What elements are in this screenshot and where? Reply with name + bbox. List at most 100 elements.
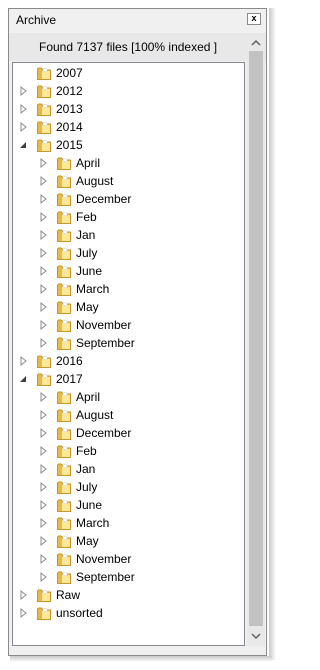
tree-item-2015[interactable]: 2015 bbox=[13, 136, 244, 154]
folder-icon bbox=[56, 191, 72, 207]
expand-triangle-icon[interactable] bbox=[38, 211, 50, 223]
expand-triangle-icon[interactable] bbox=[38, 553, 50, 565]
expand-triangle-icon[interactable] bbox=[38, 319, 50, 331]
folder-icon bbox=[56, 209, 72, 225]
expand-triangle-icon[interactable] bbox=[38, 445, 50, 457]
tree-item-label: 2012 bbox=[56, 84, 83, 98]
folder-icon bbox=[56, 497, 72, 513]
folder-icon bbox=[36, 371, 52, 387]
tree-item-label: December bbox=[76, 426, 132, 440]
tree-item-2007[interactable]: 2007 bbox=[13, 64, 244, 82]
folder-icon bbox=[36, 353, 52, 369]
tree-item-unsorted[interactable]: unsorted bbox=[13, 604, 244, 622]
expand-triangle-icon[interactable] bbox=[38, 481, 50, 493]
expand-triangle-icon[interactable] bbox=[38, 409, 50, 421]
tree-item-label: November bbox=[76, 552, 132, 566]
expand-triangle-icon[interactable] bbox=[38, 193, 50, 205]
collapse-triangle-icon[interactable] bbox=[18, 373, 30, 385]
folder-icon bbox=[56, 479, 72, 495]
folder-icon bbox=[56, 551, 72, 567]
tree-item-december[interactable]: December bbox=[13, 190, 244, 208]
expand-triangle-icon[interactable] bbox=[38, 283, 50, 295]
expand-triangle-icon[interactable] bbox=[18, 355, 30, 367]
tree-item-september[interactable]: September bbox=[13, 568, 244, 586]
folder-icon bbox=[56, 515, 72, 531]
collapse-triangle-icon[interactable] bbox=[18, 139, 30, 151]
tree-item-november[interactable]: November bbox=[13, 316, 244, 334]
expand-triangle-icon[interactable] bbox=[18, 121, 30, 133]
folder-tree[interactable]: 2007 2012 2013 2014 2015 April August December F… bbox=[12, 62, 245, 646]
expand-triangle-icon[interactable] bbox=[18, 589, 30, 601]
vertical-scrollbar[interactable] bbox=[247, 33, 265, 646]
tree-item-may[interactable]: May bbox=[13, 532, 244, 550]
expand-triangle-icon[interactable] bbox=[38, 517, 50, 529]
tree-item-march[interactable]: March bbox=[13, 280, 244, 298]
folder-icon bbox=[36, 587, 52, 603]
expand-triangle-icon[interactable] bbox=[18, 85, 30, 97]
tree-item-june[interactable]: June bbox=[13, 262, 244, 280]
expand-triangle-icon[interactable] bbox=[38, 247, 50, 259]
folder-icon bbox=[56, 533, 72, 549]
expand-triangle-icon[interactable] bbox=[38, 265, 50, 277]
tree-item-label: December bbox=[76, 192, 132, 206]
tree-item-may[interactable]: May bbox=[13, 298, 244, 316]
title-bar[interactable]: Archive x bbox=[9, 9, 266, 31]
expand-triangle-icon[interactable] bbox=[38, 175, 50, 187]
folder-icon bbox=[56, 245, 72, 261]
expand-triangle-icon[interactable] bbox=[38, 301, 50, 313]
folder-icon bbox=[36, 65, 52, 81]
tree-item-july[interactable]: July bbox=[13, 244, 244, 262]
folder-icon bbox=[56, 335, 72, 351]
tree-item-jan[interactable]: Jan bbox=[13, 460, 244, 478]
expand-triangle-icon[interactable] bbox=[38, 535, 50, 547]
tree-item-march[interactable]: March bbox=[13, 514, 244, 532]
tree-item-2017[interactable]: 2017 bbox=[13, 370, 244, 388]
tree-item-label: 2007 bbox=[56, 66, 83, 80]
scroll-thumb[interactable] bbox=[249, 51, 263, 626]
tree-item-label: 2013 bbox=[56, 102, 83, 116]
tree-item-august[interactable]: August bbox=[13, 406, 244, 424]
tree-item-december[interactable]: December bbox=[13, 424, 244, 442]
tree-item-2014[interactable]: 2014 bbox=[13, 118, 244, 136]
tree-item-label: August bbox=[76, 408, 114, 422]
tree-item-label: May bbox=[76, 300, 99, 314]
folder-icon bbox=[36, 101, 52, 117]
tree-item-feb[interactable]: Feb bbox=[13, 442, 244, 460]
expand-triangle-icon[interactable] bbox=[18, 103, 30, 115]
expand-triangle-icon[interactable] bbox=[38, 499, 50, 511]
tree-item-april[interactable]: April bbox=[13, 388, 244, 406]
tree-item-august[interactable]: August bbox=[13, 172, 244, 190]
tree-item-jan[interactable]: Jan bbox=[13, 226, 244, 244]
expand-triangle-icon[interactable] bbox=[38, 229, 50, 241]
scroll-down-button[interactable] bbox=[247, 628, 265, 644]
tree-item-2013[interactable]: 2013 bbox=[13, 100, 244, 118]
tree-item-november[interactable]: November bbox=[13, 550, 244, 568]
folder-icon bbox=[36, 83, 52, 99]
folder-icon bbox=[56, 263, 72, 279]
expand-triangle-icon[interactable] bbox=[18, 607, 30, 619]
expand-triangle-icon[interactable] bbox=[38, 463, 50, 475]
folder-icon bbox=[56, 155, 72, 171]
expand-triangle-icon[interactable] bbox=[38, 157, 50, 169]
tree-item-label: June bbox=[76, 264, 103, 278]
tree-item-label: August bbox=[76, 174, 114, 188]
tree-item-raw[interactable]: Raw bbox=[13, 586, 244, 604]
tree-item-label: September bbox=[76, 570, 135, 584]
tree-item-september[interactable]: September bbox=[13, 334, 244, 352]
tree-item-july[interactable]: July bbox=[13, 478, 244, 496]
expand-triangle-icon[interactable] bbox=[38, 427, 50, 439]
tree-item-label: November bbox=[76, 318, 132, 332]
tree-item-april[interactable]: April bbox=[13, 154, 244, 172]
tree-item-label: 2015 bbox=[56, 138, 83, 152]
expand-triangle-icon[interactable] bbox=[38, 391, 50, 403]
folder-icon bbox=[36, 137, 52, 153]
tree-item-feb[interactable]: Feb bbox=[13, 208, 244, 226]
expand-triangle-icon[interactable] bbox=[38, 571, 50, 583]
close-button[interactable]: x bbox=[247, 13, 261, 25]
tree-item-label: March bbox=[76, 282, 110, 296]
tree-item-june[interactable]: June bbox=[13, 496, 244, 514]
tree-item-2016[interactable]: 2016 bbox=[13, 352, 244, 370]
tree-item-2012[interactable]: 2012 bbox=[13, 82, 244, 100]
scroll-up-button[interactable] bbox=[247, 35, 265, 51]
expand-triangle-icon[interactable] bbox=[38, 337, 50, 349]
